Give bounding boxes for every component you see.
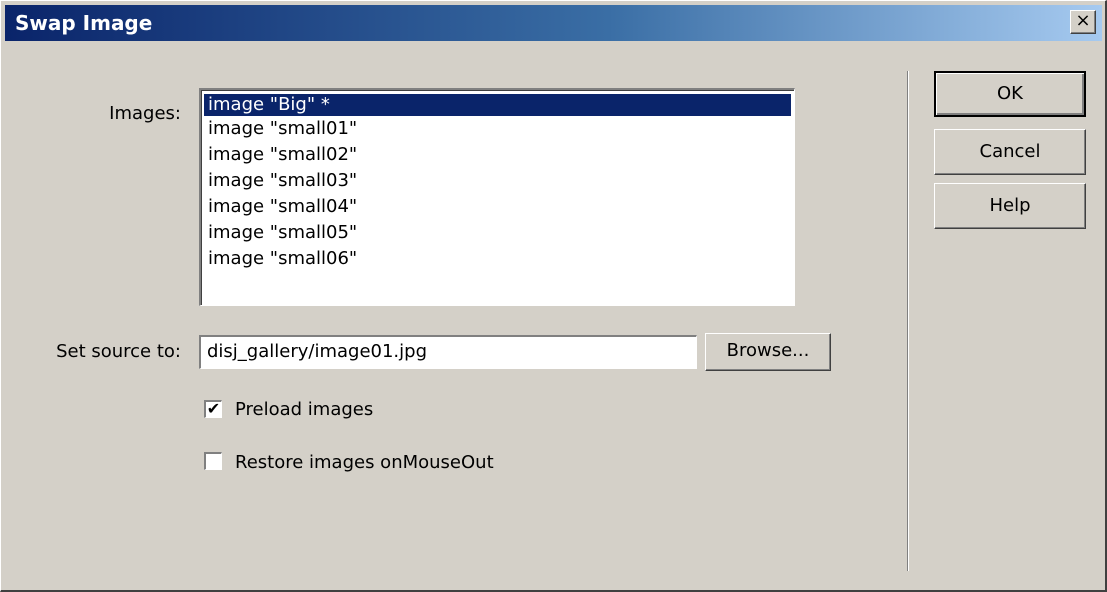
close-icon: × (1075, 10, 1091, 31)
images-listbox[interactable]: image "Big" * image "small01" image "sma… (199, 88, 795, 306)
browse-button[interactable]: Browse... (705, 333, 831, 371)
source-path-input[interactable]: disj_gallery/image01.jpg (199, 335, 697, 369)
check-icon: ✔ (206, 399, 221, 418)
list-item[interactable]: image "small05" (204, 220, 791, 246)
ok-button[interactable]: OK (934, 71, 1086, 117)
list-item[interactable]: image "small06" (204, 246, 791, 272)
preload-images-label[interactable]: Preload images (235, 399, 373, 420)
vertical-divider (907, 71, 909, 571)
swap-image-dialog: Swap Image × Images: image "Big" * image… (0, 0, 1107, 592)
restore-images-label[interactable]: Restore images onMouseOut (235, 452, 494, 473)
cancel-button[interactable]: Cancel (934, 129, 1086, 175)
set-source-label: Set source to: (56, 341, 181, 362)
restore-images-checkbox[interactable] (204, 452, 222, 470)
dialog-title: Swap Image (15, 11, 153, 35)
title-bar[interactable]: Swap Image × (5, 5, 1102, 41)
list-item[interactable]: image "small01" (204, 116, 791, 142)
list-item[interactable]: image "Big" * (204, 94, 791, 116)
preload-images-checkbox[interactable]: ✔ (204, 400, 222, 418)
list-item[interactable]: image "small04" (204, 194, 791, 220)
list-item[interactable]: image "small02" (204, 142, 791, 168)
close-button[interactable]: × (1070, 10, 1096, 34)
list-item[interactable]: image "small03" (204, 168, 791, 194)
help-button[interactable]: Help (934, 183, 1086, 229)
images-label: Images: (109, 103, 181, 124)
